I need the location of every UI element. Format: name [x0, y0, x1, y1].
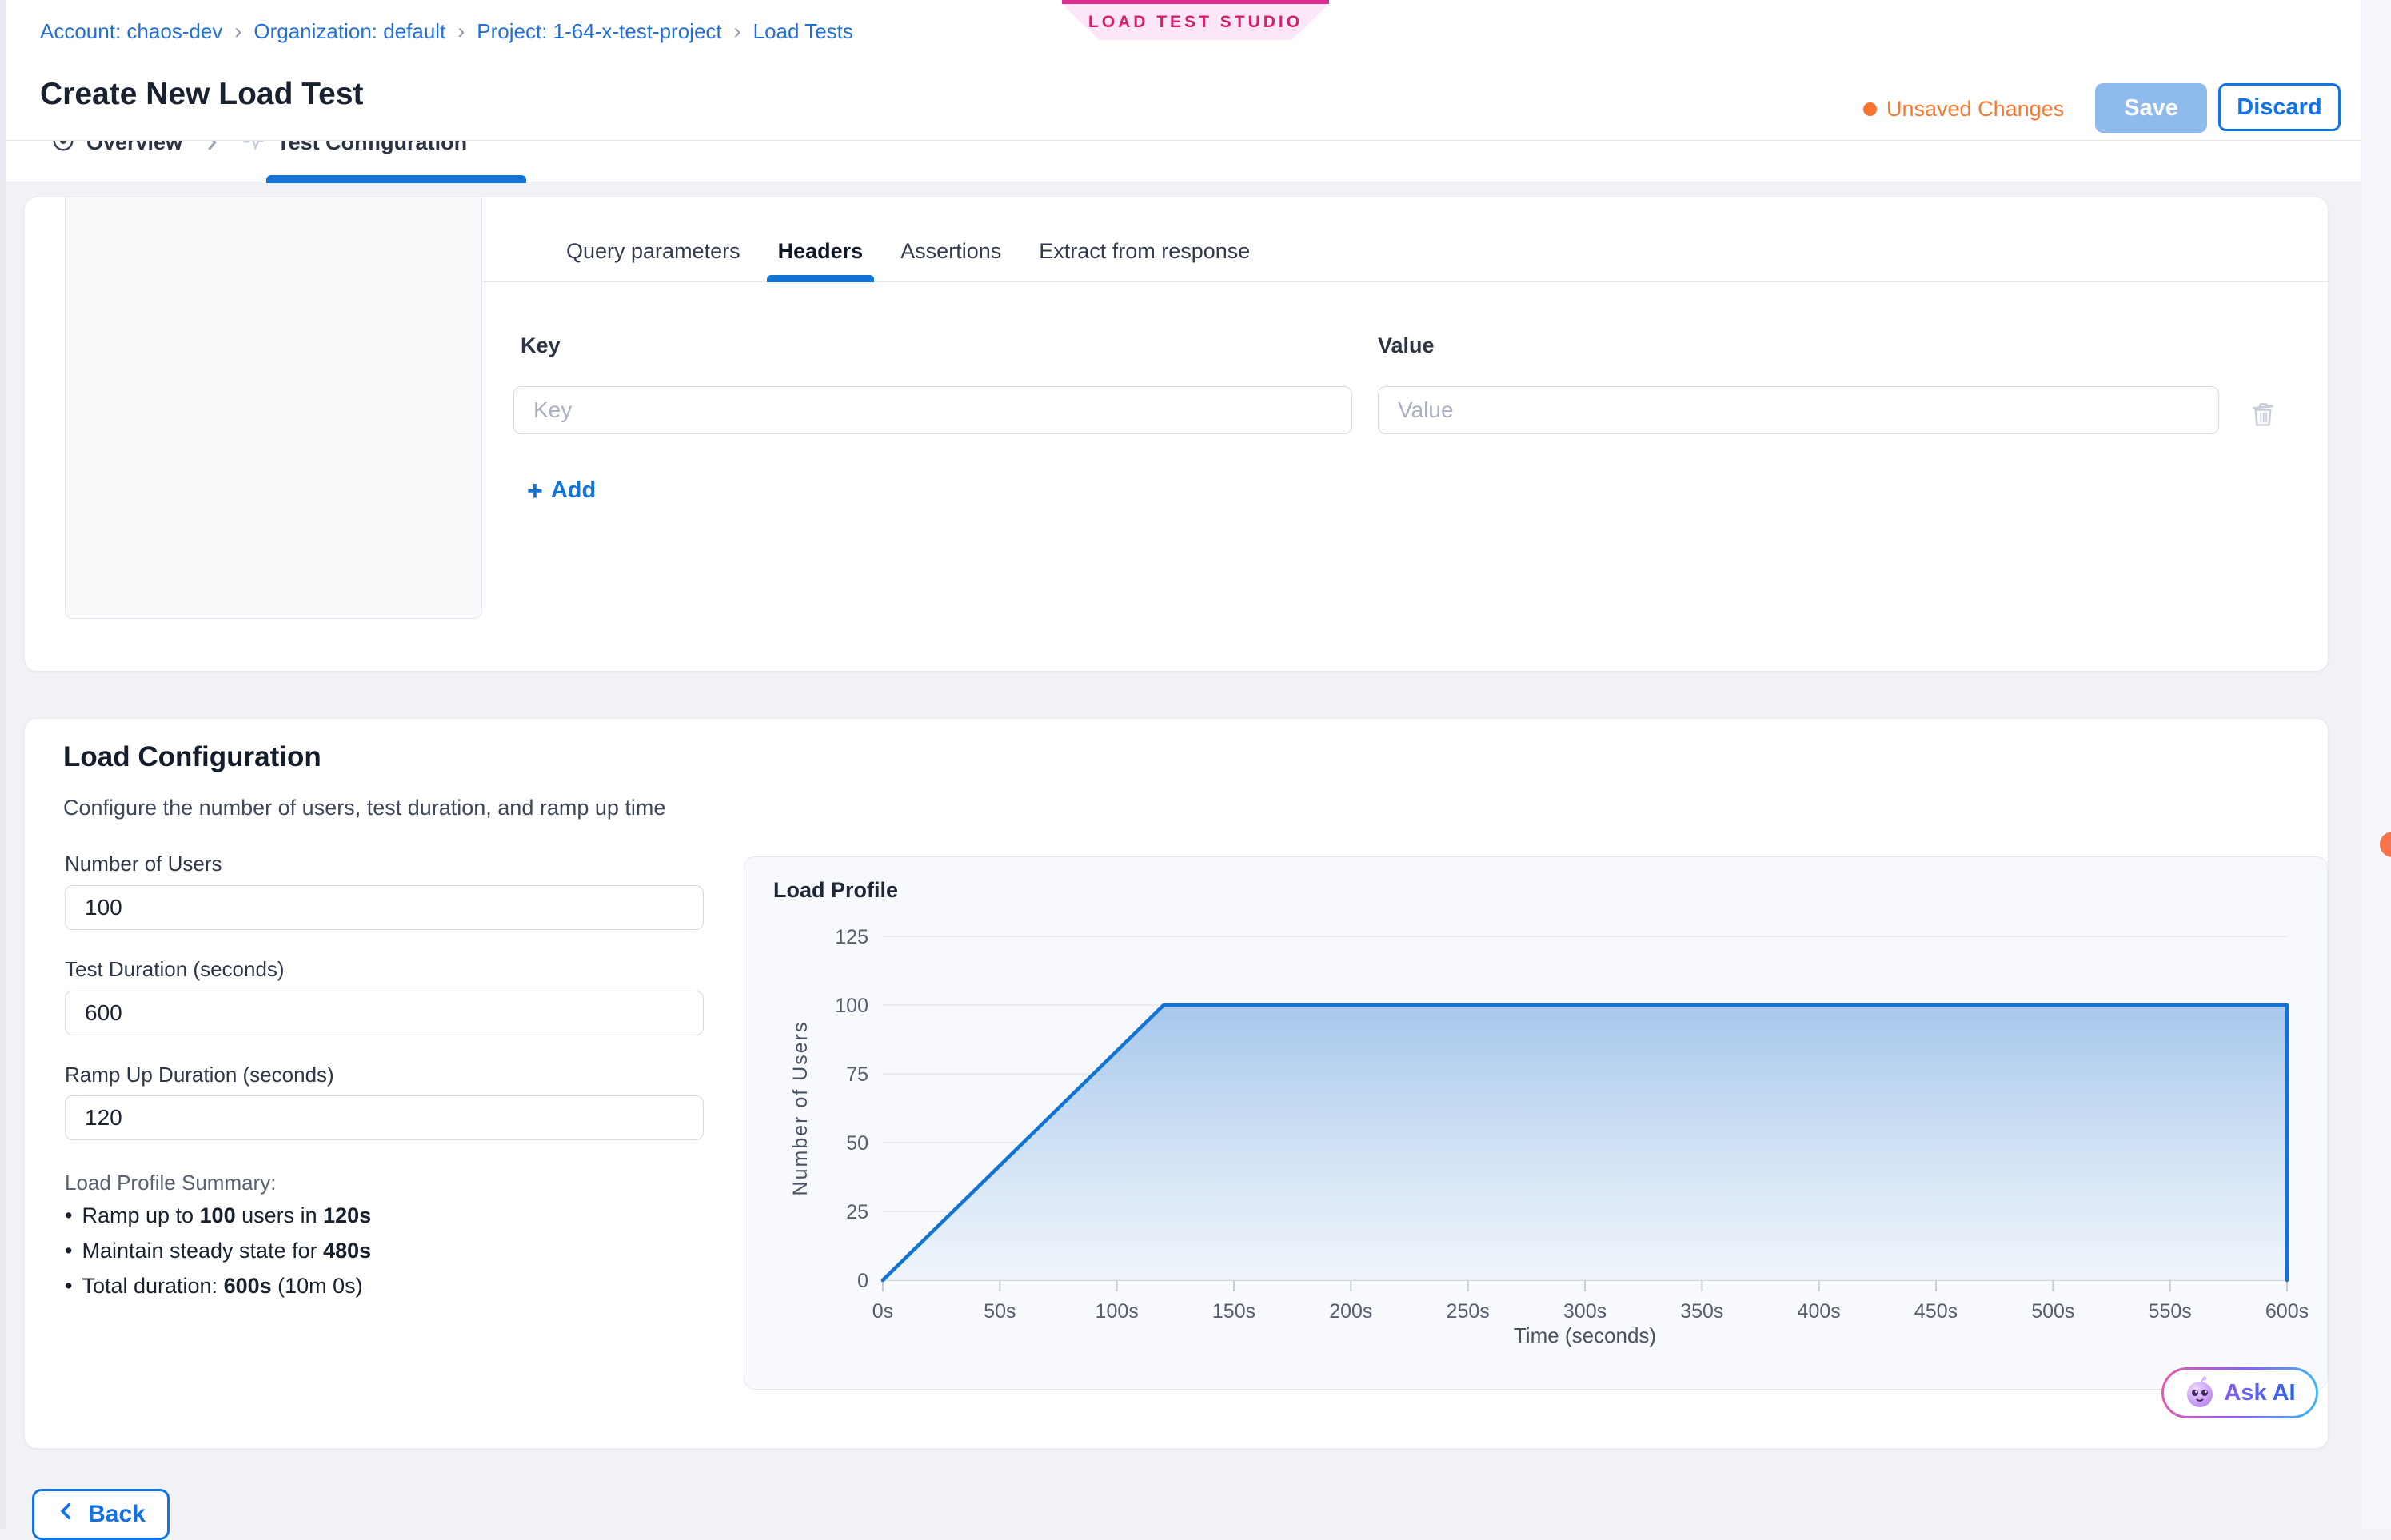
load-profile-summary-title: Load Profile Summary:	[65, 1171, 276, 1195]
svg-text:Number of Users: Number of Users	[789, 1021, 812, 1196]
ramp-up-duration-label: Ramp Up Duration (seconds)	[65, 1063, 334, 1087]
status-badge: Unsaved Changes	[1886, 97, 2064, 122]
chevron-right-icon: ›	[734, 19, 741, 44]
section-title: Load Configuration	[63, 741, 321, 773]
breadcrumb-project[interactable]: Project: 1-64-x-test-project	[477, 19, 721, 44]
robot-icon	[2184, 1376, 2216, 1410]
svg-text:400s: 400s	[1798, 1300, 1841, 1323]
window-left-edge	[0, 0, 6, 1529]
svg-text:50: 50	[846, 1132, 868, 1155]
svg-text:100: 100	[835, 995, 868, 1017]
summary-bullet-ramp: • Ramp up to 100 users in 120s	[65, 1203, 371, 1228]
tab-query-parameters[interactable]: Query parameters	[566, 239, 740, 264]
chevron-right-icon: ›	[234, 19, 241, 44]
back-button-label: Back	[88, 1501, 146, 1528]
active-step-underline	[266, 175, 526, 183]
badge-label: LOAD TEST STUDIO	[1088, 13, 1303, 32]
chevron-left-icon	[56, 1500, 78, 1529]
svg-text:Time (seconds): Time (seconds)	[1514, 1323, 1656, 1347]
add-header-button[interactable]: + Add	[527, 477, 596, 504]
svg-text:50s: 50s	[984, 1300, 1016, 1323]
svg-text:0: 0	[857, 1270, 868, 1292]
value-column-label: Value	[1378, 333, 1435, 358]
dot-icon	[1863, 102, 1877, 116]
request-list-panel	[65, 197, 482, 619]
header-value-input[interactable]	[1378, 386, 2219, 434]
test-duration-label: Test Duration (seconds)	[65, 957, 285, 982]
svg-text:600s: 600s	[2265, 1300, 2309, 1323]
breadcrumb: Account: chaos-dev › Organization: defau…	[40, 19, 853, 44]
add-header-label: Add	[551, 477, 596, 504]
page-title: Create New Load Test	[40, 77, 364, 112]
number-of-users-label: Number of Users	[65, 852, 222, 876]
summary-bullet-text: Total duration: 600s (10m 0s)	[82, 1274, 362, 1299]
svg-text:200s: 200s	[1329, 1300, 1372, 1323]
badge-top-bar	[1062, 0, 1329, 4]
bullet-glyph: •	[65, 1274, 72, 1299]
scrollbar-gutter[interactable]	[2361, 0, 2391, 1529]
load-profile-chart-card: Load Profile 02550751001250s50s100s150s2…	[744, 856, 2328, 1390]
tab-assertions[interactable]: Assertions	[900, 239, 1001, 264]
svg-text:125: 125	[835, 926, 868, 948]
svg-text:0s: 0s	[872, 1300, 893, 1323]
summary-bullet-steady: • Maintain steady state for 480s	[65, 1239, 371, 1263]
badge-ribbon: LOAD TEST STUDIO	[1062, 4, 1329, 40]
breadcrumb-organization[interactable]: Organization: default	[253, 19, 445, 44]
breadcrumb-account[interactable]: Account: chaos-dev	[40, 19, 222, 44]
bullet-glyph: •	[65, 1203, 72, 1228]
section-description: Configure the number of users, test dura…	[63, 796, 665, 820]
tab-extract-from-response[interactable]: Extract from response	[1039, 239, 1250, 264]
ramp-up-duration-input[interactable]	[65, 1095, 704, 1140]
svg-text:350s: 350s	[1680, 1300, 1723, 1323]
load-profile-chart: 0 25 50 75 100 125 0s 50s 100s 150s 200s 250s 300s 35…	[744, 857, 2329, 1390]
save-button[interactable]: Save	[2095, 83, 2207, 133]
summary-bullet-text: Ramp up to 100 users in 120s	[82, 1203, 371, 1228]
svg-text:150s: 150s	[1212, 1300, 1255, 1323]
svg-text:75: 75	[846, 1063, 868, 1086]
plus-icon: +	[527, 479, 543, 503]
svg-text:450s: 450s	[1914, 1300, 1958, 1323]
request-config-card: Query parameters Headers Assertions Extr…	[24, 197, 2329, 672]
back-button[interactable]: Back	[32, 1489, 170, 1540]
header-key-input[interactable]	[513, 386, 1352, 434]
trash-icon	[2248, 420, 2278, 432]
ask-ai-button[interactable]: Ask AI	[2161, 1367, 2318, 1418]
tab-headers[interactable]: Headers	[778, 239, 864, 264]
number-of-users-input[interactable]	[65, 885, 704, 930]
test-duration-input[interactable]	[65, 991, 704, 1035]
svg-text:100s: 100s	[1096, 1300, 1139, 1323]
chevron-right-icon: ›	[457, 19, 465, 44]
load-config-card: Load Configuration Configure the number …	[24, 718, 2329, 1449]
svg-text:550s: 550s	[2149, 1300, 2192, 1323]
bullet-glyph: •	[65, 1239, 72, 1263]
load-test-studio-badge: LOAD TEST STUDIO	[1062, 0, 1329, 40]
svg-text:25: 25	[846, 1201, 868, 1223]
summary-bullet-text: Maintain steady state for 480s	[82, 1239, 371, 1263]
request-tabs: Query parameters Headers Assertions Extr…	[482, 197, 2328, 282]
unsaved-changes-status: Unsaved Changes	[1863, 90, 2064, 128]
key-column-label: Key	[521, 333, 561, 358]
breadcrumb-load-tests[interactable]: Load Tests	[753, 19, 853, 44]
summary-bullet-total: • Total duration: 600s (10m 0s)	[65, 1274, 363, 1299]
svg-text:500s: 500s	[2031, 1300, 2074, 1323]
svg-text:250s: 250s	[1447, 1300, 1490, 1323]
ask-ai-label: Ask AI	[2224, 1380, 2295, 1406]
svg-text:300s: 300s	[1563, 1300, 1607, 1323]
discard-button[interactable]: Discard	[2218, 83, 2341, 131]
delete-row-button[interactable]	[2248, 399, 2278, 432]
